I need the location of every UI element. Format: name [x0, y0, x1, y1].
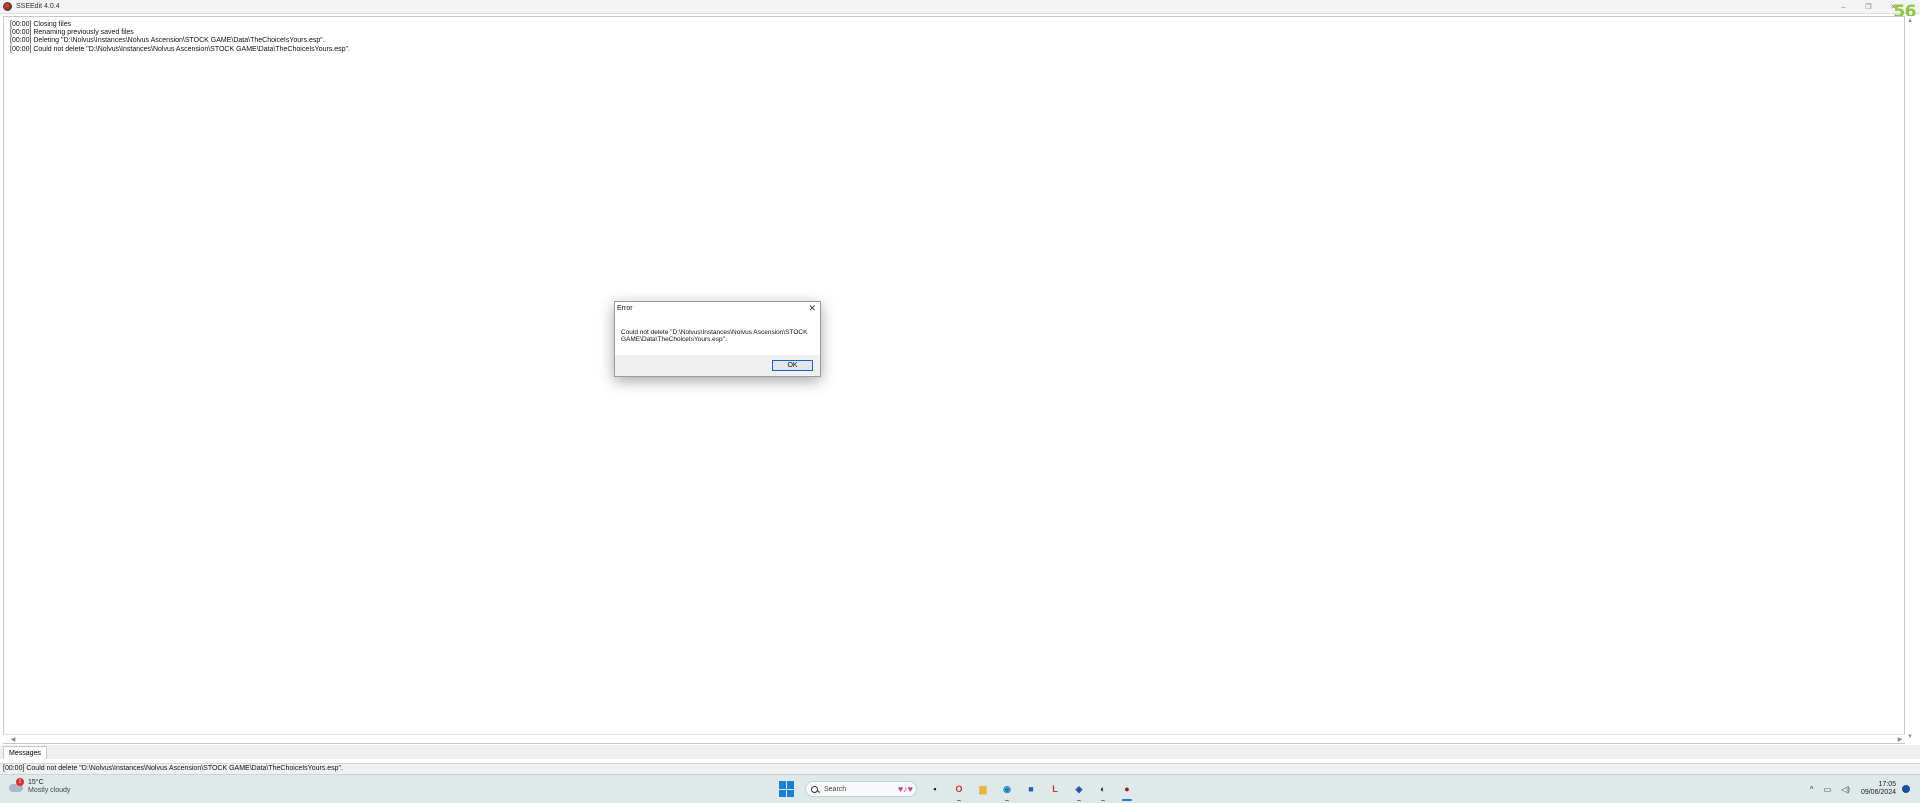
log-line: [00:00] Renaming previously saved files	[10, 29, 134, 37]
sseedit-icon[interactable]: ●	[1119, 781, 1135, 801]
running-indicator	[1005, 799, 1009, 801]
steam-icon[interactable]: ◐	[1095, 781, 1111, 801]
weather-widget[interactable]: 1 15°C Mostly cloudy	[8, 778, 71, 795]
cloud-icon: 1	[8, 778, 24, 794]
search-icon	[811, 785, 818, 793]
opera-icon[interactable]: O	[951, 781, 967, 801]
controller-icon-glyph: ◈	[1075, 783, 1083, 794]
search-label: Search	[824, 785, 847, 793]
edge-icon[interactable]: ◉	[999, 781, 1015, 801]
running-indicator	[957, 799, 961, 801]
clock-date: 09/06/2024	[1860, 789, 1896, 796]
terminal-icon-glyph: ▪	[933, 784, 937, 794]
scroll-left-arrow-icon[interactable]: ◀	[8, 735, 18, 744]
system-tray: ^ ▭ ◁) 17:05 09/06/2024	[1805, 778, 1910, 800]
l-app-icon-glyph: L	[1052, 784, 1058, 794]
dialog-close-icon[interactable]: ✕	[808, 303, 816, 313]
store-icon[interactable]: ■	[1023, 781, 1039, 797]
notification-badge: 1	[16, 778, 24, 786]
sseedit-app-icon	[3, 2, 12, 11]
sseedit-icon-glyph: ●	[1124, 784, 1130, 794]
scroll-down-arrow-icon[interactable]: ▼	[1905, 732, 1915, 742]
minimize-button[interactable]: –	[1831, 0, 1856, 14]
volume-icon[interactable]: ◁)	[1841, 785, 1850, 794]
window-title: SSEEdit 4.0.4	[16, 3, 60, 10]
dialog-body: Could not delete "D:\Nolvus\Instances\No…	[615, 314, 820, 355]
log-lines: [00:00] Closing files [00:00] Renaming p…	[4, 17, 1904, 54]
ok-button[interactable]: OK	[772, 360, 813, 371]
edge-icon-glyph: ◉	[1003, 783, 1011, 794]
dialog-title: Error	[617, 304, 633, 312]
terminal-icon[interactable]: ▪	[927, 781, 943, 797]
opera-icon-glyph: O	[955, 784, 963, 794]
status-text: [00:00] Could not delete "D:\Nolvus\Inst…	[3, 765, 343, 772]
running-indicator	[1077, 799, 1081, 801]
network-icon[interactable]: ▭	[1824, 785, 1832, 794]
file-explorer-icon-glyph: ▆	[979, 783, 987, 794]
taskbar-center: Search ♥♪♥ ▪ O ▆ ◉ ■ L ◈ ◐ ●	[779, 778, 1139, 801]
status-bar: [00:00] Could not delete "D:\Nolvus\Inst…	[0, 763, 1920, 774]
chevron-up-icon[interactable]: ^	[1810, 785, 1814, 794]
search-highlight-icon: ♥♪♥	[897, 784, 913, 794]
messages-log[interactable]: [00:00] Closing files [00:00] Renaming p…	[3, 16, 1905, 740]
running-indicator	[1122, 799, 1132, 801]
file-explorer-icon[interactable]: ▆	[975, 781, 991, 797]
scroll-right-arrow-icon[interactable]: ▶	[1895, 735, 1905, 744]
windows-start-icon[interactable]	[779, 781, 795, 797]
store-icon-glyph: ■	[1028, 784, 1034, 794]
dialog-title-bar[interactable]: Error ✕	[615, 302, 820, 314]
pinned-apps: ▪ O ▆ ◉ ■ L ◈ ◐ ●	[923, 781, 1139, 801]
taskbar: 1 15°C Mostly cloudy Search ♥♪♥ ▪ O ▆ ◉ ■ L ◈ ◐…	[0, 774, 1920, 803]
dialog-message: Could not delete "D:\Nolvus\Instances\No…	[621, 329, 808, 344]
maximize-button[interactable]: ❐	[1856, 0, 1881, 14]
log-line: [00:00] Deleting "D:\Nolvus\Instances\No…	[10, 37, 325, 45]
controller-icon[interactable]: ◈	[1071, 781, 1087, 801]
tab-messages[interactable]: Messages	[3, 746, 47, 759]
clock-time: 17:05	[1878, 781, 1896, 788]
log-line: [00:00] Closing files	[10, 21, 72, 28]
running-indicator	[1101, 799, 1105, 801]
scroll-up-arrow-icon[interactable]: ▲	[1905, 16, 1915, 26]
horizontal-scrollbar[interactable]: ◀ ▶	[3, 734, 1905, 744]
steam-icon-glyph: ◐	[1100, 784, 1106, 794]
notification-bell-icon[interactable]	[1902, 785, 1910, 793]
title-bar: SSEEdit 4.0.4 – ❐ ✕ 56	[0, 0, 1920, 22]
l-app-icon[interactable]: L	[1047, 781, 1063, 797]
weather-description: Mostly cloudy	[28, 787, 71, 794]
weather-temperature: 15°C	[28, 779, 44, 786]
taskbar-search-input[interactable]: Search ♥♪♥	[805, 781, 917, 797]
tab-bar: Messages	[0, 745, 1920, 759]
clock[interactable]: 17:05 09/06/2024	[1861, 781, 1896, 797]
log-line: [00:00] Could not delete "D:\Nolvus\Inst…	[10, 45, 350, 53]
error-dialog: Error ✕ Could not delete "D:\Nolvus\Inst…	[614, 301, 821, 377]
vertical-scrollbar[interactable]: ▲ ▼	[1905, 16, 1915, 740]
